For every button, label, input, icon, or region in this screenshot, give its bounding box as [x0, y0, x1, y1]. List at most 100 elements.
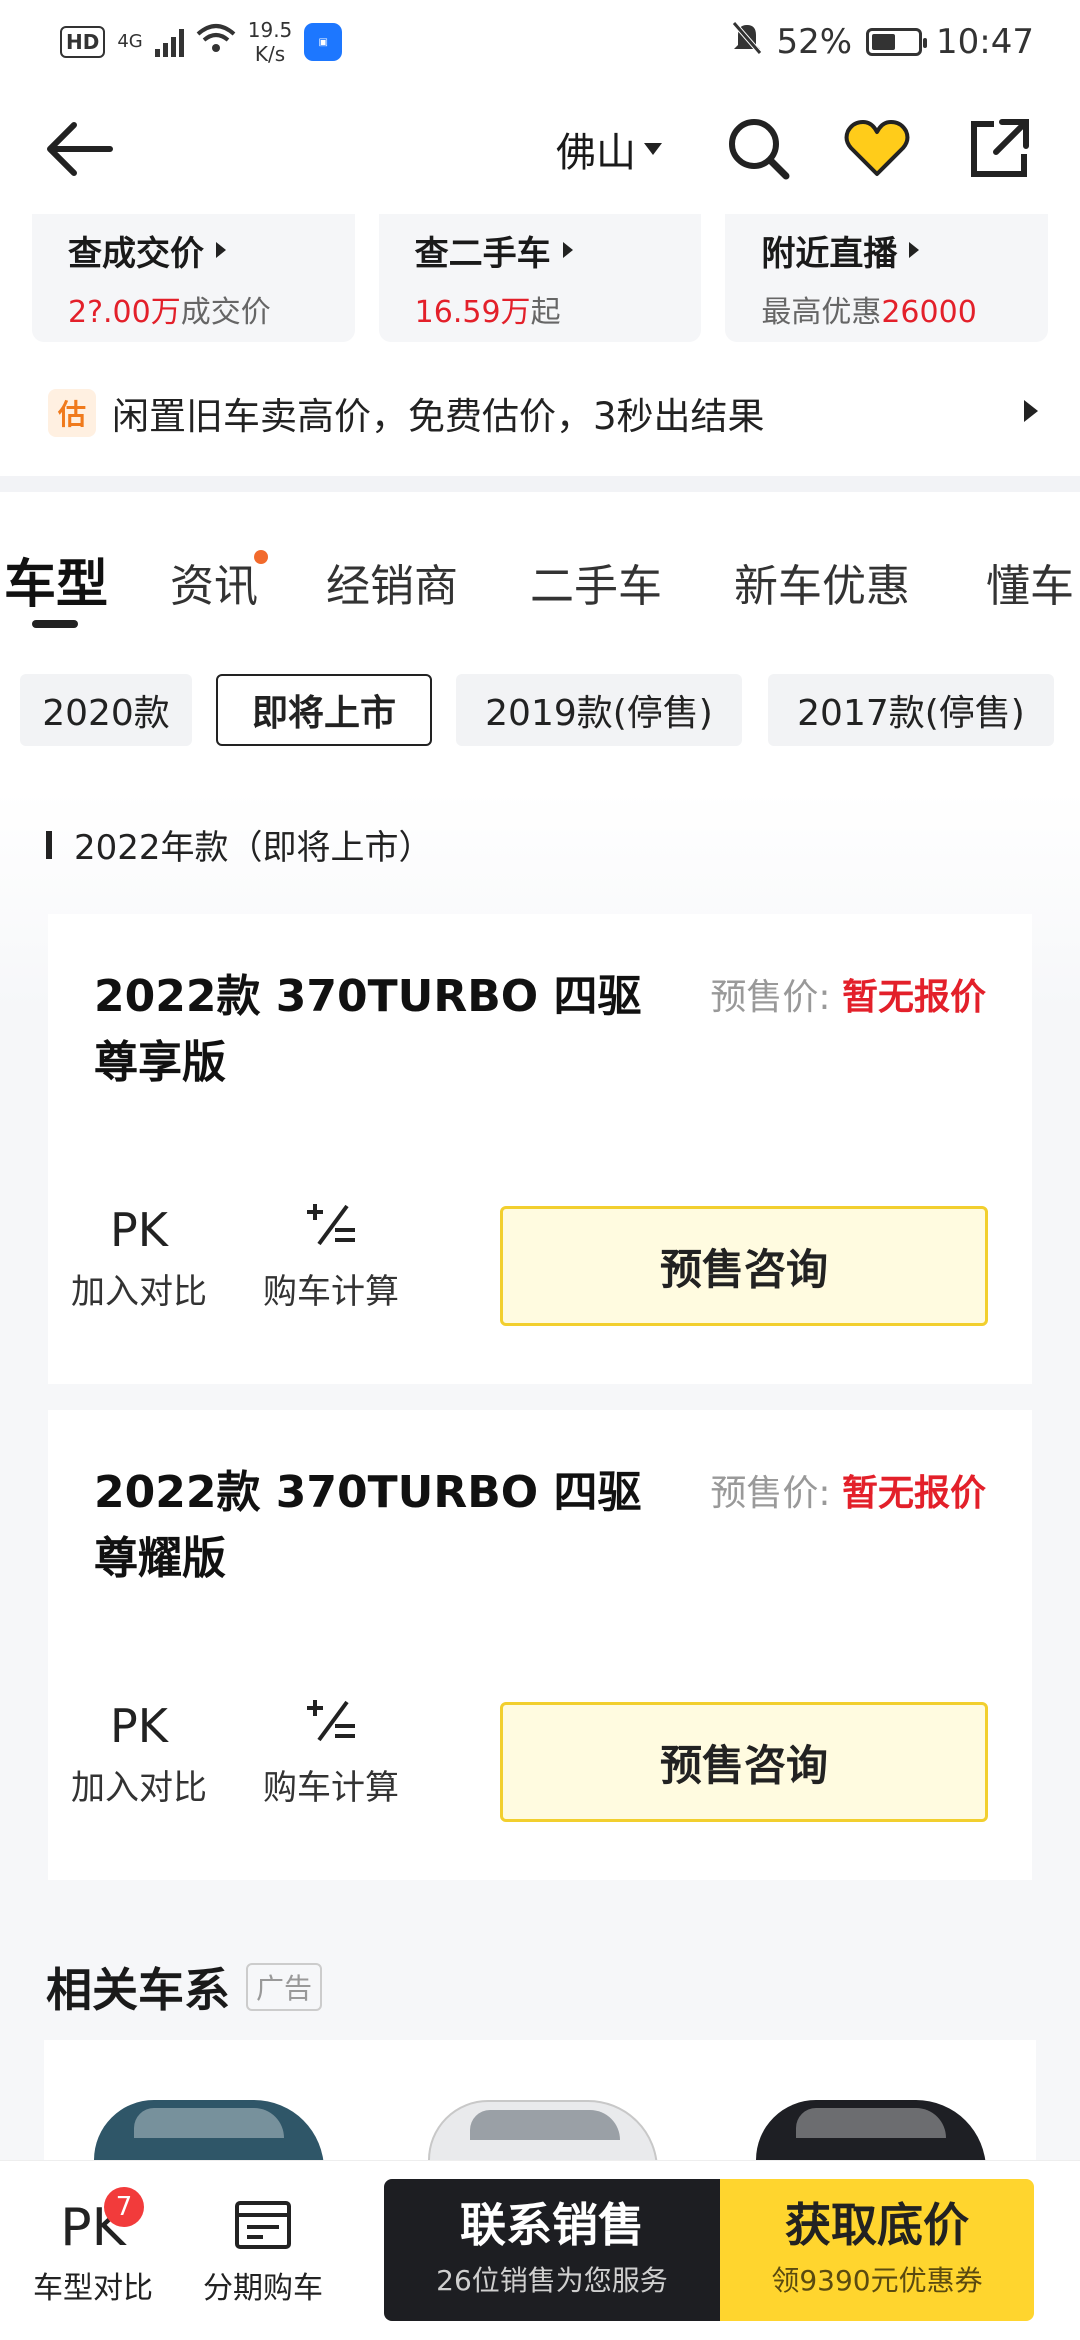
tab-models[interactable]: 车型 — [4, 542, 108, 617]
pk-icon: PK — [110, 1203, 168, 1257]
model-year-label: 2022年款（即将上市） — [74, 828, 433, 868]
car-calculator-label: 购车计算 — [263, 1768, 399, 1808]
installment-button[interactable]: 分期购车 — [198, 2197, 328, 2307]
active-tab-indicator — [32, 620, 78, 628]
app-notification-icon: ▣ — [304, 23, 343, 61]
price-label: 预售价: — [710, 1473, 831, 1514]
speed-value: 19.5 — [247, 18, 293, 42]
battery-icon — [866, 28, 928, 56]
card-prefix: 最高优惠 — [761, 294, 882, 330]
speed-unit: K/s — [254, 42, 286, 66]
caret-right-icon — [1024, 400, 1038, 422]
card-title: 查成交价 — [68, 233, 204, 274]
car-calculator-label: 购车计算 — [263, 1272, 399, 1312]
card-value: 26000 — [881, 294, 977, 330]
bottom-action-bar: PK 7 车型对比 分期购车 联系销售 26位销售为您服务 获取底价 领9390… — [0, 2160, 1080, 2340]
share-icon — [971, 119, 1029, 177]
tab-used-cars[interactable]: 二手车 — [530, 550, 662, 614]
chip-upcoming[interactable]: 即将上市 — [216, 674, 432, 746]
card-value: 16.59万 — [414, 294, 531, 330]
car-calculator-button[interactable]: 购车计算 — [256, 1696, 406, 1809]
get-lowest-price-label: 获取底价 — [785, 2198, 969, 2252]
add-compare-label: 加入对比 — [71, 1768, 207, 1808]
section-divider — [0, 476, 1080, 492]
card-value: 2?.00万 — [68, 294, 181, 330]
add-compare-button[interactable]: PK 加入对比 — [64, 1200, 214, 1313]
presale-inquiry-button[interactable]: 预售咨询 — [500, 1702, 988, 1822]
clock: 10:47 — [936, 22, 1034, 62]
get-lowest-price-button[interactable]: 获取底价 领9390元优惠券 — [720, 2179, 1034, 2321]
app-header: 佛山 — [0, 84, 1080, 214]
add-compare-button[interactable]: PK 加入对比 — [64, 1696, 214, 1809]
back-button[interactable] — [40, 114, 120, 184]
price-value: 暂无报价 — [841, 977, 986, 1018]
quick-cards: 查成交价 2?.00万成交价 查二手车 16.59万起 附近直播 最高优惠260… — [32, 214, 1049, 342]
unread-dot — [254, 550, 268, 564]
status-bar: HD 4G 19.5 K/s ▣ 52% 10:47 — [0, 0, 1080, 84]
model-year-heading: 2022年款（即将上市） — [46, 820, 433, 869]
city-selector[interactable]: 佛山 — [556, 120, 662, 178]
heading-bar — [46, 830, 52, 859]
card-title: 查二手车 — [414, 233, 551, 274]
presale-price: 预售价: 暂无报价 — [710, 1464, 986, 1516]
tab-news[interactable]: 资讯 — [170, 550, 258, 614]
city-label: 佛山 — [556, 130, 636, 176]
mute-bell-icon — [732, 20, 763, 64]
deal-price-card[interactable]: 查成交价 2?.00万成交价 — [32, 214, 355, 342]
tab-new-car-deals[interactable]: 新车优惠 — [734, 550, 910, 614]
year-filter: 2020款 即将上市 2019款(停售) 2017款(停售) — [20, 674, 1080, 746]
contact-sales-button[interactable]: 联系销售 26位销售为您服务 — [384, 2179, 750, 2321]
heart-icon — [844, 120, 910, 176]
model-compare-label: 车型对比 — [33, 2271, 153, 2306]
contact-sales-label: 联系销售 — [460, 2198, 644, 2252]
network-speed: 19.5 K/s — [248, 18, 293, 66]
caret-right-icon — [216, 242, 226, 258]
back-arrow-icon — [47, 122, 113, 176]
tab-dealers[interactable]: 经销商 — [326, 550, 458, 614]
chip-2020[interactable]: 2020款 — [20, 674, 192, 746]
calculator-icon — [256, 1696, 406, 1756]
chip-2017[interactable]: 2017款(停售) — [768, 674, 1054, 746]
ad-tag: 广告 — [246, 1963, 323, 2011]
chip-2019[interactable]: 2019款(停售) — [456, 674, 742, 746]
trim-name: 2022款 370TURBO 四驱尊享版 — [94, 971, 642, 1088]
car-calculator-button[interactable]: 购车计算 — [256, 1200, 406, 1313]
card-title: 附近直播 — [761, 233, 898, 274]
battery-level — [872, 34, 896, 50]
model-compare-button[interactable]: PK 7 车型对比 — [28, 2187, 158, 2307]
network-type: 4G — [117, 31, 143, 52]
related-series-heading: 相关车系 广告 — [46, 1954, 323, 2020]
valuation-badge: 估 — [48, 389, 96, 437]
coupon-sub: 领9390元优惠券 — [771, 2264, 983, 2297]
presale-inquiry-button[interactable]: 预售咨询 — [500, 1206, 988, 1326]
battery-percent: 52% — [776, 22, 853, 62]
pk-icon: PK — [110, 1699, 168, 1753]
price-value: 暂无报价 — [841, 1473, 986, 1514]
tab-expert[interactable]: 懂车 — [986, 550, 1074, 614]
wifi-icon — [196, 22, 236, 63]
search-icon — [729, 119, 790, 180]
related-series-list — [44, 2040, 1036, 2170]
installment-icon — [198, 2197, 328, 2259]
trim-card[interactable]: 2022款 370TURBO 四驱尊耀版 预售价: 暂无报价 PK 加入对比 购… — [48, 1410, 1032, 1880]
trim-card[interactable]: 2022款 370TURBO 四驱尊享版 预售价: 暂无报价 PK 加入对比 购… — [48, 914, 1032, 1384]
share-button[interactable] — [964, 114, 1034, 184]
caret-right-icon — [562, 242, 573, 258]
valuation-banner[interactable]: 估 闲置旧车卖高价，免费估价，3秒出结果 — [48, 378, 1038, 448]
card-suffix: 成交价 — [180, 294, 271, 330]
card-suffix: 起 — [530, 294, 561, 330]
related-series-title: 相关车系 — [46, 1963, 230, 2017]
compare-count-badge: 7 — [104, 2187, 144, 2227]
favorite-button[interactable] — [842, 114, 912, 184]
caret-down-icon — [644, 143, 662, 155]
hd-indicator: HD — [60, 26, 106, 58]
trim-name: 2022款 370TURBO 四驱尊耀版 — [94, 1467, 642, 1584]
add-compare-label: 加入对比 — [71, 1272, 207, 1312]
valuation-text: 闲置旧车卖高价，免费估价，3秒出结果 — [112, 395, 765, 438]
used-car-card[interactable]: 查二手车 16.59万起 — [378, 214, 702, 342]
nearby-live-card[interactable]: 附近直播 最高优惠26000 — [725, 214, 1049, 342]
search-button[interactable] — [724, 114, 794, 184]
signal-icon — [154, 27, 184, 57]
caret-right-icon — [909, 242, 920, 258]
presale-price: 预售价: 暂无报价 — [710, 968, 986, 1020]
